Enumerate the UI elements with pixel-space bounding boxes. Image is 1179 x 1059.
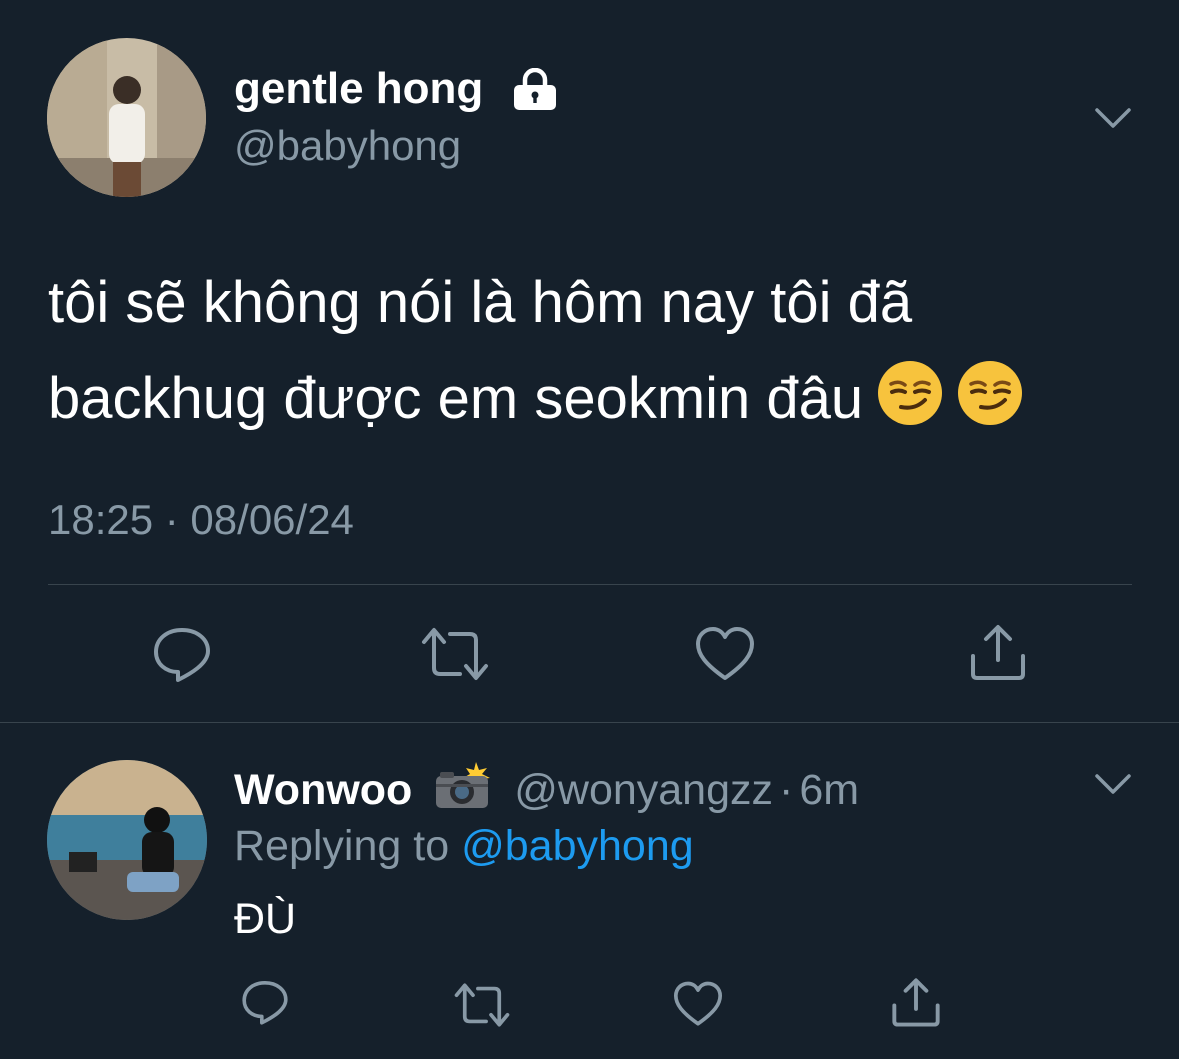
- replying-label: Replying to: [234, 822, 450, 870]
- share-icon[interactable]: [968, 622, 1028, 682]
- smirking-face-icon: [877, 359, 943, 455]
- reply-time[interactable]: 6m: [799, 766, 859, 814]
- divider: [0, 722, 1179, 723]
- main-timestamp[interactable]: 18:25 · 08/06/24: [48, 496, 354, 544]
- camera-flash-icon: [432, 760, 492, 810]
- reply-icon[interactable]: [152, 624, 212, 684]
- reply-handle[interactable]: @wonyangzz: [514, 766, 773, 814]
- chevron-down-icon[interactable]: [1093, 768, 1133, 798]
- share-icon[interactable]: [890, 976, 942, 1028]
- lock-icon: [512, 68, 558, 110]
- replying-to-link[interactable]: @babyhong: [461, 822, 694, 870]
- like-icon[interactable]: [695, 626, 755, 682]
- reply-header: Wonwoo @wonyangzz · 6m: [234, 760, 859, 815]
- like-icon[interactable]: [673, 981, 723, 1027]
- reply-separator: ·: [779, 766, 794, 814]
- reply-text: ĐÙ: [234, 895, 297, 943]
- main-tweet-text: tôi sẽ không nói là hôm nay tôi đã backh…: [48, 255, 1023, 455]
- main-tweet-text-line2: backhug được em seokmin đâu: [48, 351, 1023, 455]
- avatar-gentle-hong[interactable]: [47, 38, 206, 197]
- retweet-icon[interactable]: [420, 626, 490, 682]
- chevron-down-icon[interactable]: [1093, 102, 1133, 132]
- replying-to-line: Replying to @babyhong: [234, 822, 694, 871]
- smirking-face-icon: [957, 359, 1023, 455]
- main-display-name[interactable]: gentle hong: [234, 64, 483, 114]
- reply-display-name[interactable]: Wonwoo: [234, 766, 412, 814]
- divider: [48, 584, 1132, 585]
- retweet-icon[interactable]: [452, 982, 512, 1028]
- reply-icon[interactable]: [240, 978, 290, 1026]
- main-tweet-text-line1: tôi sẽ không nói là hôm nay tôi đã: [48, 270, 913, 335]
- main-handle[interactable]: @babyhong: [234, 122, 461, 170]
- avatar-wonwoo[interactable]: [47, 760, 207, 920]
